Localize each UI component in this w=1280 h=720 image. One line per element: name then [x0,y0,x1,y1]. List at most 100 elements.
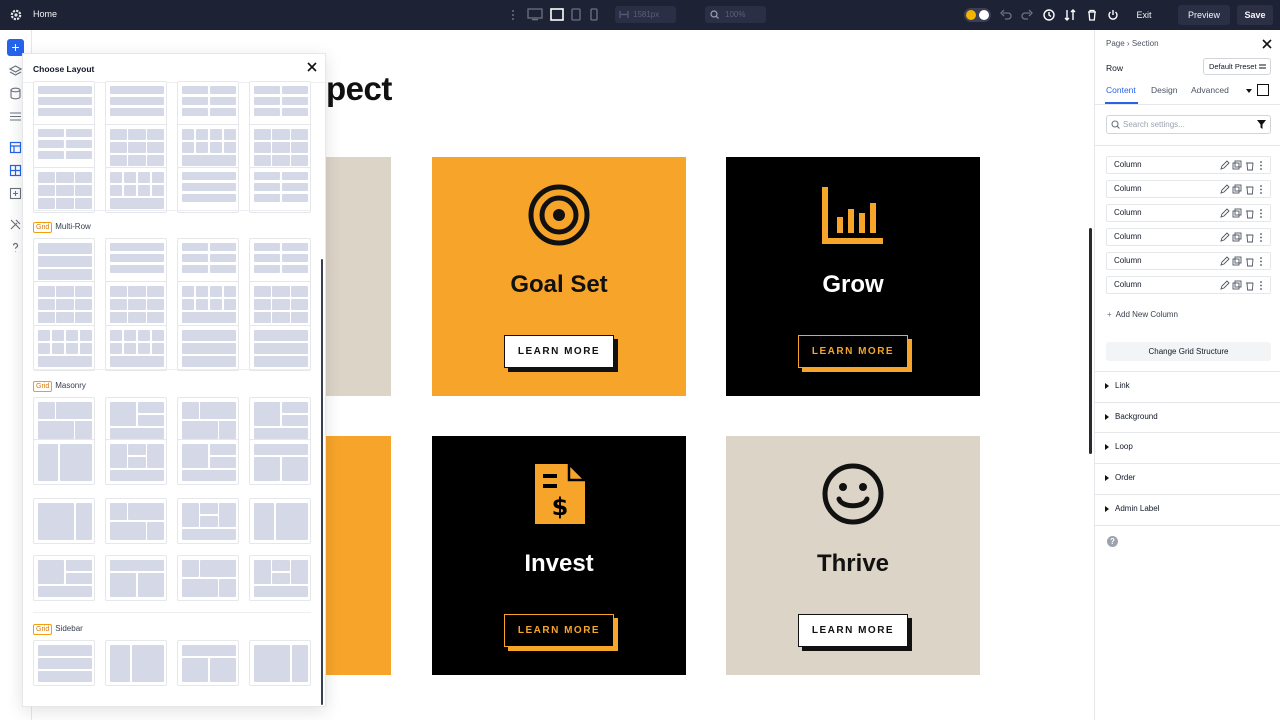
history-icon[interactable] [1042,8,1056,22]
column-item[interactable]: Column [1106,156,1271,174]
template-icon[interactable] [9,141,22,154]
layout-thumbnail[interactable] [105,439,167,485]
column-item[interactable]: Column [1106,204,1271,222]
layout-thumbnail[interactable] [177,281,239,327]
breadcrumb-section[interactable]: Section [1132,39,1159,48]
view-toggle-icon[interactable] [1257,84,1269,96]
layout-thumbnail[interactable] [105,238,167,284]
learn-more-button[interactable]: LEARN MORE [504,614,614,647]
layout-thumbnail[interactable] [33,81,95,127]
layout-thumbnail[interactable] [33,238,95,284]
layout-thumbnail[interactable] [249,167,311,213]
layout-thumbnail[interactable] [33,439,95,485]
drag-handle-icon[interactable] [511,9,515,21]
layout-thumbnail[interactable] [105,498,167,544]
card-goal-set[interactable]: Goal Set LEARN MORE [432,157,686,396]
accordion-link[interactable]: Link [1105,381,1130,390]
column-actions-icons[interactable] [1219,160,1267,171]
panel-scrollbar[interactable] [321,259,323,705]
layout-thumbnail[interactable] [105,281,167,327]
layout-thumbnail[interactable] [105,555,167,601]
sort-icon[interactable] [1063,8,1077,22]
accordion-loop[interactable]: Loop [1105,442,1133,451]
phone-icon[interactable] [590,8,598,21]
layout-thumbnail[interactable] [249,498,311,544]
filter-icon[interactable] [1257,120,1266,129]
layout-thumbnail[interactable] [249,124,311,170]
desktop-wide-icon[interactable] [527,8,543,21]
portability-icon[interactable] [9,187,22,200]
layout-thumbnail[interactable] [105,167,167,213]
layout-thumbnail[interactable] [33,281,95,327]
accordion-admin-label[interactable]: Admin Label [1105,504,1159,513]
tab-advanced[interactable]: Advanced [1191,85,1229,95]
layout-thumbnail[interactable] [33,124,95,170]
theme-toggle[interactable] [964,8,991,22]
layout-thumbnail[interactable] [105,124,167,170]
layout-thumbnail[interactable] [177,397,239,443]
canvas-width-input[interactable]: 1581px [615,6,676,23]
layout-thumbnail[interactable] [33,167,95,213]
breadcrumb-page[interactable]: Page [1106,39,1125,48]
layout-thumbnail[interactable] [249,81,311,127]
gear-icon[interactable] [9,8,23,22]
canvas-scrollbar[interactable] [1089,228,1092,454]
chevron-down-icon[interactable] [1245,87,1253,95]
layout-thumbnail[interactable] [249,281,311,327]
column-item[interactable]: Column [1106,228,1271,246]
database-icon[interactable] [9,87,22,100]
accordion-order[interactable]: Order [1105,473,1135,482]
layout-thumbnail[interactable] [33,555,95,601]
section-heading[interactable]: pect [326,70,392,108]
change-grid-structure-button[interactable]: Change Grid Structure [1106,342,1271,361]
layout-thumbnail[interactable] [177,325,239,371]
exit-button[interactable]: Exit [1128,5,1160,25]
layout-icon[interactable] [9,164,22,177]
column-actions-icons[interactable] [1219,256,1267,267]
layout-thumbnail[interactable] [177,167,239,213]
layout-thumbnail[interactable] [177,238,239,284]
tablet-icon[interactable] [571,8,581,21]
layout-thumbnail[interactable] [177,555,239,601]
preview-button[interactable]: Preview [1178,5,1230,25]
layout-thumbnail[interactable] [177,498,239,544]
column-actions-icons[interactable] [1219,184,1267,195]
layers-icon[interactable] [9,65,22,78]
tools-icon[interactable] [9,218,22,231]
column-item[interactable]: Column [1106,252,1271,270]
layout-thumbnail[interactable] [177,640,239,686]
save-button[interactable]: Save [1237,5,1273,25]
search-settings-input[interactable]: Search settings... [1106,115,1271,134]
layout-thumbnail[interactable] [33,325,95,371]
layout-thumbnail[interactable] [249,555,311,601]
learn-more-button[interactable]: LEARN MORE [798,335,908,368]
help-icon[interactable]: ? [1107,536,1118,547]
layout-thumbnail[interactable] [249,397,311,443]
desktop-icon[interactable] [550,8,564,21]
zoom-input[interactable]: 100% [705,6,766,23]
layout-thumbnail[interactable] [177,81,239,127]
page-name[interactable]: Home [33,9,57,19]
preset-select[interactable]: Default Preset [1203,58,1271,75]
layout-thumbnail[interactable] [177,124,239,170]
layout-thumbnail[interactable] [177,439,239,485]
layout-thumbnail[interactable] [33,397,95,443]
settings-sliders-icon[interactable] [9,110,22,123]
card-thrive[interactable]: Thrive LEARN MORE [726,436,980,675]
layout-thumbnail[interactable] [249,238,311,284]
help-icon[interactable] [9,241,22,254]
layout-thumbnail[interactable] [105,640,167,686]
accordion-background[interactable]: Background [1105,412,1158,421]
column-item[interactable]: Column [1106,180,1271,198]
layout-thumbnail[interactable] [33,498,95,544]
layout-thumbnail[interactable] [33,640,95,686]
close-icon[interactable] [1262,39,1272,49]
power-icon[interactable] [1106,8,1120,22]
column-actions-icons[interactable] [1219,280,1267,291]
column-actions-icons[interactable] [1219,208,1267,219]
column-item[interactable]: Column [1106,276,1271,294]
layout-thumbnail[interactable] [105,397,167,443]
tab-content[interactable]: Content [1106,85,1136,95]
layout-thumbnail[interactable] [249,325,311,371]
layout-thumbnail[interactable] [249,439,311,485]
